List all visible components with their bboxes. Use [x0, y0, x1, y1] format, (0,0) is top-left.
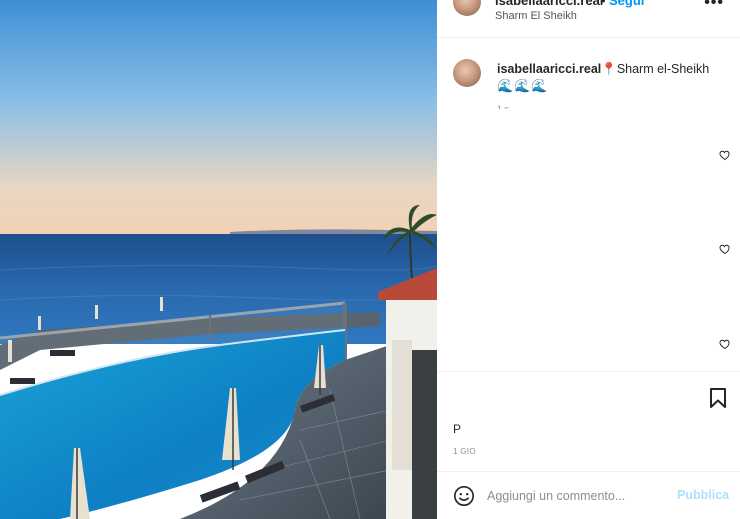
heart-icon[interactable] — [719, 149, 731, 161]
smiley-icon[interactable] — [453, 485, 475, 507]
heart-icon[interactable] — [719, 338, 731, 350]
likes-summary[interactable]: P — [453, 422, 461, 436]
publish-button[interactable]: Pubblica — [677, 488, 729, 502]
post-header: isabellaaricci.real • Segui Sharm El She… — [437, 0, 740, 38]
separator-dot: • — [601, 0, 606, 8]
post-details-panel: isabellaaricci.real • Segui Sharm El She… — [437, 0, 740, 519]
caption-time: 1 s — [497, 104, 510, 109]
caption-text: isabellaaricci.real📍Sharm el-Sheikh — [497, 61, 727, 78]
comment-bar: Pubblica — [437, 471, 740, 519]
caption: isabellaaricci.real📍Sharm el-Sheikh 🌊🌊🌊 … — [437, 38, 740, 118]
follow-button[interactable]: Segui — [609, 0, 644, 8]
caption-username[interactable]: isabellaaricci.real — [497, 62, 601, 76]
more-icon[interactable]: ••• — [704, 0, 724, 12]
post-photo[interactable] — [0, 0, 437, 519]
heart-icon[interactable] — [719, 243, 731, 255]
caption-location-text: 📍Sharm el-Sheikh — [601, 62, 710, 76]
caption-avatar[interactable] — [453, 59, 481, 87]
wave-emojis: 🌊🌊🌊 — [497, 78, 549, 93]
post-date: 1 GIO — [453, 447, 476, 456]
location-link[interactable]: Sharm El Sheikh — [495, 10, 577, 22]
bookmark-icon[interactable] — [709, 388, 727, 408]
comment-input[interactable] — [487, 485, 667, 507]
username-link[interactable]: isabellaaricci.real — [495, 0, 603, 8]
avatar[interactable] — [453, 0, 481, 16]
post-actions: P 1 GIO — [437, 371, 740, 471]
pool-sea-photo — [0, 0, 437, 519]
